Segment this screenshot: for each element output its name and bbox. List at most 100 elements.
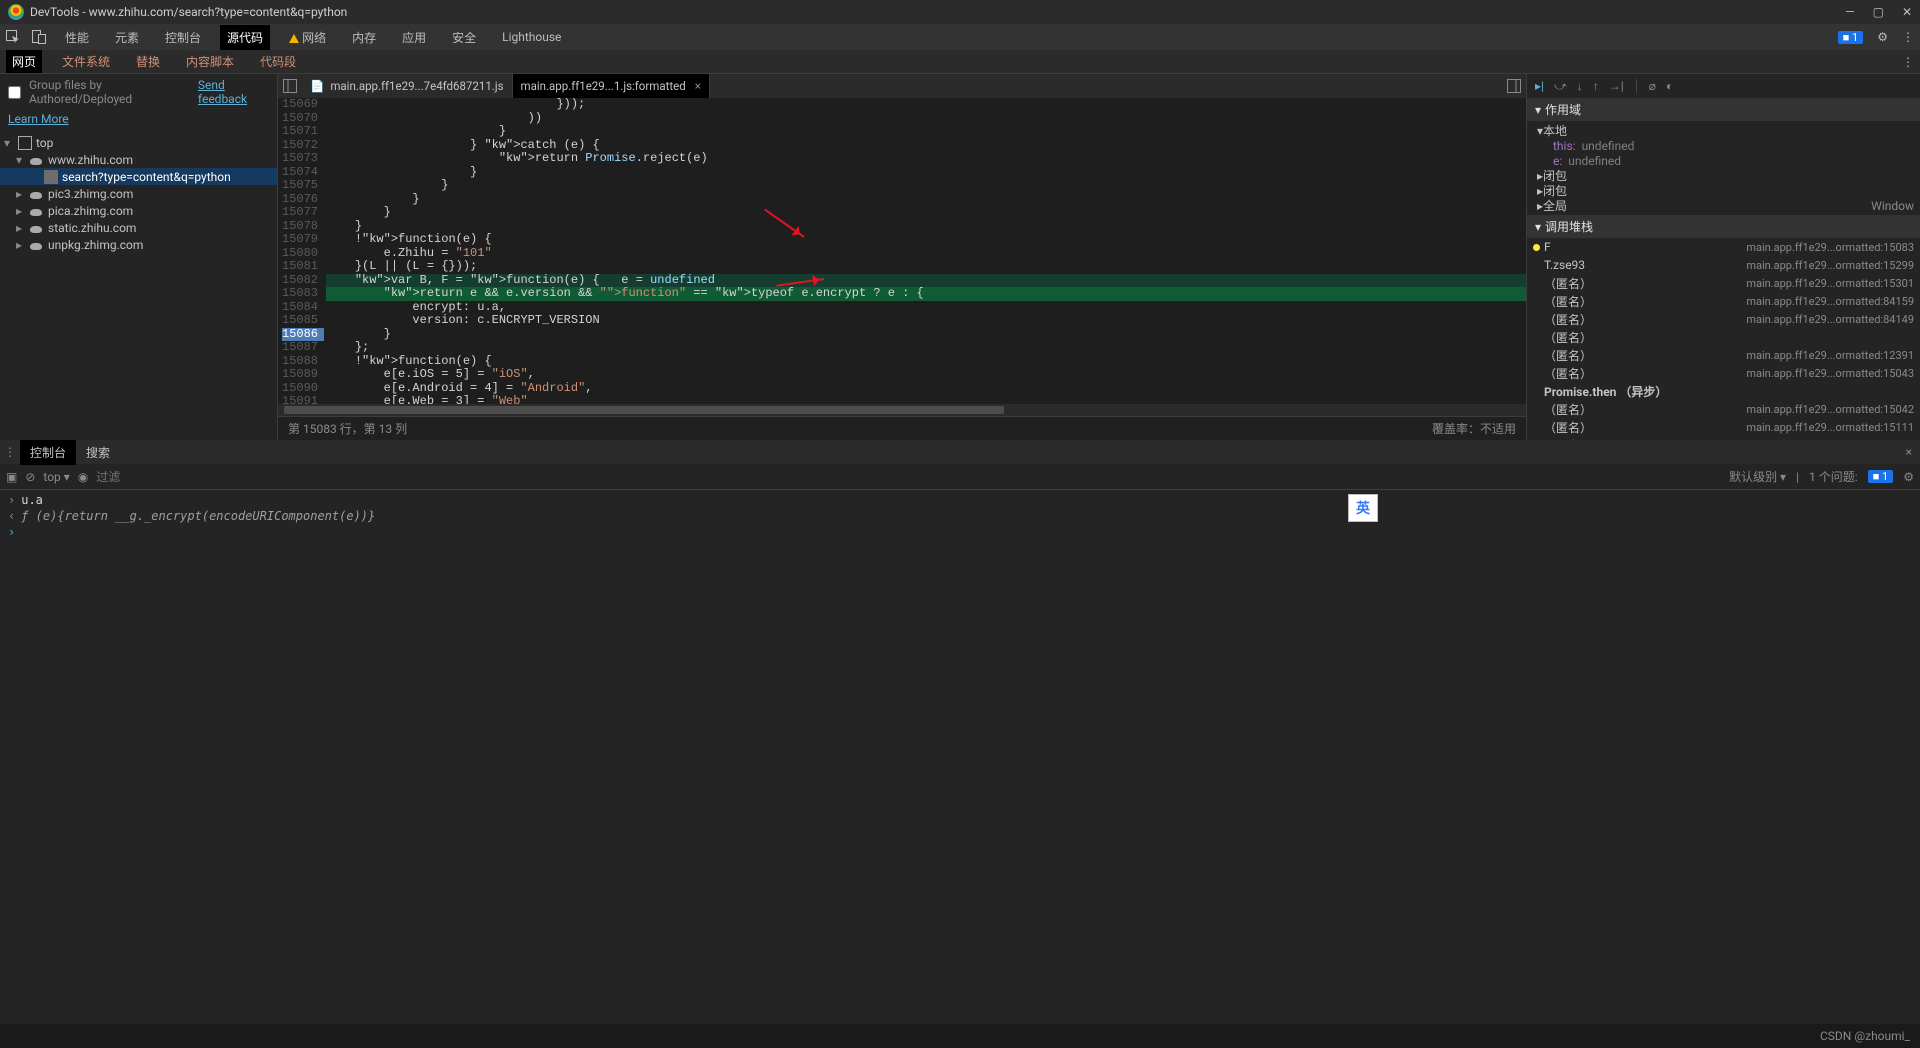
toggle-navigator-icon[interactable] bbox=[278, 74, 302, 98]
tab-app[interactable]: 应用 bbox=[395, 25, 433, 50]
callstack-frame[interactable]: （匿名）main.app.ff1e29...ormatted:15301 bbox=[1527, 274, 1920, 292]
scope-header[interactable]: ▾作用域 bbox=[1527, 98, 1920, 121]
tab-sources[interactable]: 源代码 bbox=[220, 25, 270, 50]
gutter-line[interactable]: 15079 bbox=[282, 233, 318, 247]
step-icon[interactable]: →| bbox=[1609, 79, 1624, 93]
scope-closure[interactable]: ▸ 闭包 bbox=[1527, 168, 1920, 183]
minimize-button[interactable]: — bbox=[1845, 5, 1854, 19]
code-line[interactable]: "kw">return Promise.reject(e) bbox=[326, 152, 1526, 166]
gutter-line[interactable]: 15073 bbox=[282, 152, 318, 166]
gutter-line[interactable]: 15082 bbox=[282, 274, 318, 288]
editor-tab-active[interactable]: main.app.ff1e29...1.js:formatted × bbox=[513, 74, 710, 98]
callstack-frame[interactable]: T.zse93main.app.ff1e29...ormatted:15299 bbox=[1527, 256, 1920, 274]
code-line[interactable]: }(L || (L = {})); bbox=[326, 260, 1526, 274]
learn-more-link[interactable]: Learn More bbox=[8, 112, 69, 126]
gutter-line[interactable]: 15070 bbox=[282, 112, 318, 126]
tab-lighthouse[interactable]: Lighthouse bbox=[495, 26, 568, 48]
send-feedback-link[interactable]: Send feedback bbox=[198, 78, 269, 106]
resume-icon[interactable]: ▸| bbox=[1535, 79, 1544, 93]
issues-button[interactable]: ■ 1 bbox=[1868, 470, 1894, 483]
gutter-line[interactable]: 15084 bbox=[282, 301, 318, 315]
gutter-line[interactable]: 15086 bbox=[282, 328, 324, 342]
gutter-line[interactable]: 15090 bbox=[282, 382, 318, 396]
close-tab-icon[interactable]: × bbox=[695, 79, 701, 93]
console-settings-icon[interactable]: ⚙ bbox=[1903, 470, 1914, 484]
callstack-frame[interactable]: （匿名）main.app.ff1e29...ormatted:84149 bbox=[1527, 310, 1920, 328]
gutter-line[interactable]: 15069 bbox=[282, 98, 318, 112]
tab-elements[interactable]: 元素 bbox=[108, 25, 146, 50]
code-line[interactable]: } bbox=[326, 220, 1526, 234]
device-mode-icon[interactable] bbox=[32, 30, 46, 44]
gutter-line[interactable]: 15080 bbox=[282, 247, 318, 261]
file-tree[interactable]: ▾ top ▾ www.zhihu.com search?type=conten… bbox=[0, 132, 277, 440]
gutter-line[interactable]: 15088 bbox=[282, 355, 318, 369]
settings-icon[interactable]: ⚙ bbox=[1877, 30, 1888, 44]
code-line[interactable]: !"kw">function(e) { bbox=[326, 233, 1526, 247]
code-line[interactable]: } "kw">catch (e) { bbox=[326, 139, 1526, 153]
tree-domain[interactable]: ▸static.zhihu.com bbox=[0, 219, 277, 236]
tree-domain[interactable]: ▸unpkg.zhimg.com bbox=[0, 236, 277, 253]
callstack-frame[interactable]: Fmain.app.ff1e29...ormatted:15083 bbox=[1527, 238, 1920, 256]
code-line[interactable]: } bbox=[326, 193, 1526, 207]
drawer-close-icon[interactable]: × bbox=[1898, 445, 1920, 459]
scope-closure[interactable]: ▸ 闭包 bbox=[1527, 183, 1920, 198]
drawer-menu-icon[interactable]: ⋮ bbox=[0, 445, 20, 459]
ime-indicator[interactable]: 英 bbox=[1348, 494, 1378, 522]
code-line[interactable]: e.Zhihu = "101" bbox=[326, 247, 1526, 261]
gutter-line[interactable]: 15091 bbox=[282, 395, 318, 404]
scope-var-this[interactable]: this:undefined bbox=[1527, 138, 1920, 153]
console-output[interactable]: › u.a ‹ ƒ (e){return __g._encrypt(encode… bbox=[0, 490, 1920, 1048]
callstack-frame[interactable]: （匿名）main.app.ff1e29...ormatted:84159 bbox=[1527, 292, 1920, 310]
gutter-line[interactable]: 15072 bbox=[282, 139, 318, 153]
tree-domain[interactable]: ▸pica.zhimg.com bbox=[0, 202, 277, 219]
tree-file-selected[interactable]: search?type=content&q=python bbox=[0, 168, 277, 185]
toggle-debugger-icon[interactable] bbox=[1502, 74, 1526, 98]
tab-security[interactable]: 安全 bbox=[445, 25, 483, 50]
code-line[interactable]: } bbox=[326, 166, 1526, 180]
close-window-button[interactable]: ✕ bbox=[1902, 5, 1912, 19]
callstack-frame[interactable]: （匿名） bbox=[1527, 328, 1920, 346]
callstack-frame[interactable]: （匿名）main.app.ff1e29...ormatted:15042 bbox=[1527, 400, 1920, 418]
code-line[interactable]: } bbox=[326, 125, 1526, 139]
code-line[interactable]: encrypt: u.a, bbox=[326, 301, 1526, 315]
group-files-checkbox[interactable] bbox=[8, 86, 21, 99]
code-line[interactable]: version: c.ENCRYPT_VERSION bbox=[326, 314, 1526, 328]
code-line[interactable]: })); bbox=[326, 98, 1526, 112]
code-line[interactable]: "kw">var B, F = "kw">function(e) { e = u… bbox=[326, 274, 1526, 288]
maximize-button[interactable]: ▢ bbox=[1873, 5, 1884, 19]
subtabs-more-icon[interactable]: ⋮ bbox=[1902, 55, 1914, 69]
subtab-overrides[interactable]: 替换 bbox=[130, 50, 166, 73]
gutter-line[interactable]: 15076 bbox=[282, 193, 318, 207]
code-line[interactable]: }; bbox=[326, 341, 1526, 355]
code-editor[interactable]: 1506915070150711507215073150741507515076… bbox=[278, 98, 1526, 404]
tree-domain[interactable]: ▾ www.zhihu.com bbox=[0, 151, 277, 168]
gutter-line[interactable]: 15071 bbox=[282, 125, 318, 139]
gutter-line[interactable]: 15081 bbox=[282, 260, 318, 274]
clear-console-icon[interactable]: ⊘ bbox=[25, 470, 35, 484]
gutter-line[interactable]: 15075 bbox=[282, 179, 318, 193]
code-line[interactable]: !"kw">function(e) { bbox=[326, 355, 1526, 369]
subtab-snippets[interactable]: 代码段 bbox=[254, 50, 302, 73]
code-line[interactable]: e[e.iOS = 5] = "iOS", bbox=[326, 368, 1526, 382]
tree-domain[interactable]: ▸pic3.zhimg.com bbox=[0, 185, 277, 202]
console-filter-input[interactable] bbox=[96, 470, 251, 484]
step-over-icon[interactable]: ⤻ bbox=[1554, 79, 1567, 94]
code-line[interactable]: e[e.Web = 3] = "Web" bbox=[326, 395, 1526, 404]
callstack-header[interactable]: ▾调用堆栈 bbox=[1527, 215, 1920, 238]
horizontal-scrollbar[interactable] bbox=[278, 404, 1526, 416]
scope-var-e[interactable]: e:undefined bbox=[1527, 153, 1920, 168]
inspect-icon[interactable] bbox=[6, 30, 20, 44]
callstack-frame[interactable]: （匿名）main.app.ff1e29...ormatted:15043 bbox=[1527, 364, 1920, 382]
more-icon[interactable]: ⋮ bbox=[1902, 30, 1914, 44]
drawer-tab-console[interactable]: 控制台 bbox=[20, 440, 76, 465]
callstack-frame[interactable]: （匿名）main.app.ff1e29...ormatted:12391 bbox=[1527, 346, 1920, 364]
scope-global[interactable]: ▸ 全局Window bbox=[1527, 198, 1920, 213]
step-into-icon[interactable]: ↓ bbox=[1577, 79, 1583, 93]
callstack-frame[interactable]: （匿名）main.app.ff1e29...ormatted:15111 bbox=[1527, 418, 1920, 436]
gutter-line[interactable]: 15087 bbox=[282, 341, 318, 355]
code-line[interactable]: e[e.Android = 4] = "Android", bbox=[326, 382, 1526, 396]
gutter-line[interactable]: 15089 bbox=[282, 368, 318, 382]
code-line[interactable]: } bbox=[326, 328, 1526, 342]
tab-network[interactable]: 网络 bbox=[282, 25, 333, 50]
gutter-line[interactable]: 15078 bbox=[282, 220, 318, 234]
